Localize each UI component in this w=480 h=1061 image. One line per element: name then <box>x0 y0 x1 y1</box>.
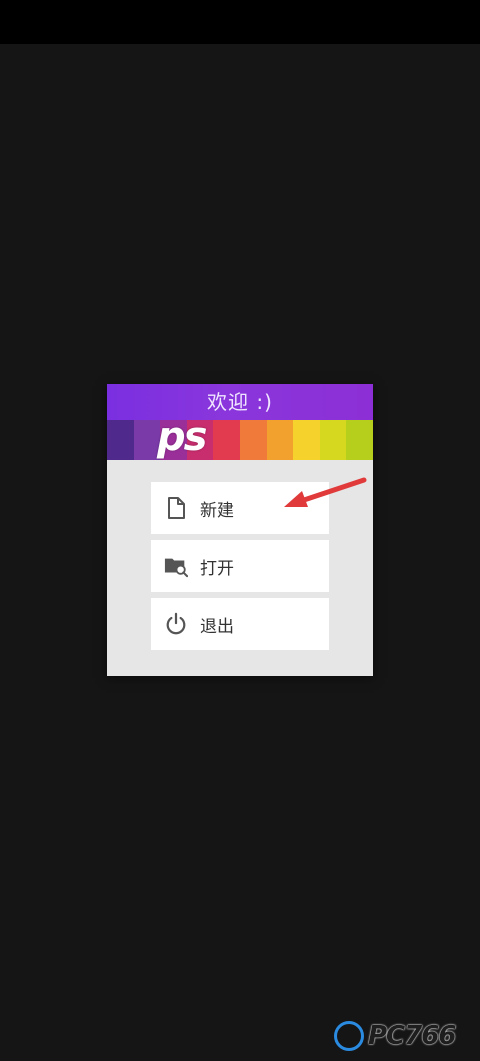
welcome-dialog: 欢迎 :) ps 新建 打开 退出 <box>107 384 373 676</box>
red-arrow-annotation <box>284 477 367 507</box>
dialog-title: 欢迎 :) <box>107 384 373 420</box>
new-file-icon <box>164 496 188 520</box>
status-bar <box>0 0 480 44</box>
new-button-label: 新建 <box>200 500 234 521</box>
watermark-text: PC766 <box>368 1021 456 1051</box>
folder-search-icon <box>164 554 188 578</box>
exit-button[interactable]: 退出 <box>151 598 329 650</box>
exit-button-label: 退出 <box>200 616 234 637</box>
ps-logo: ps <box>157 420 207 460</box>
open-button-label: 打开 <box>200 558 234 579</box>
open-button[interactable]: 打开 <box>151 540 329 592</box>
watermark-logo-icon <box>334 1021 364 1051</box>
banner-image: ps <box>107 420 373 460</box>
site-watermark: PC766 <box>334 1016 474 1056</box>
power-icon <box>164 612 188 636</box>
